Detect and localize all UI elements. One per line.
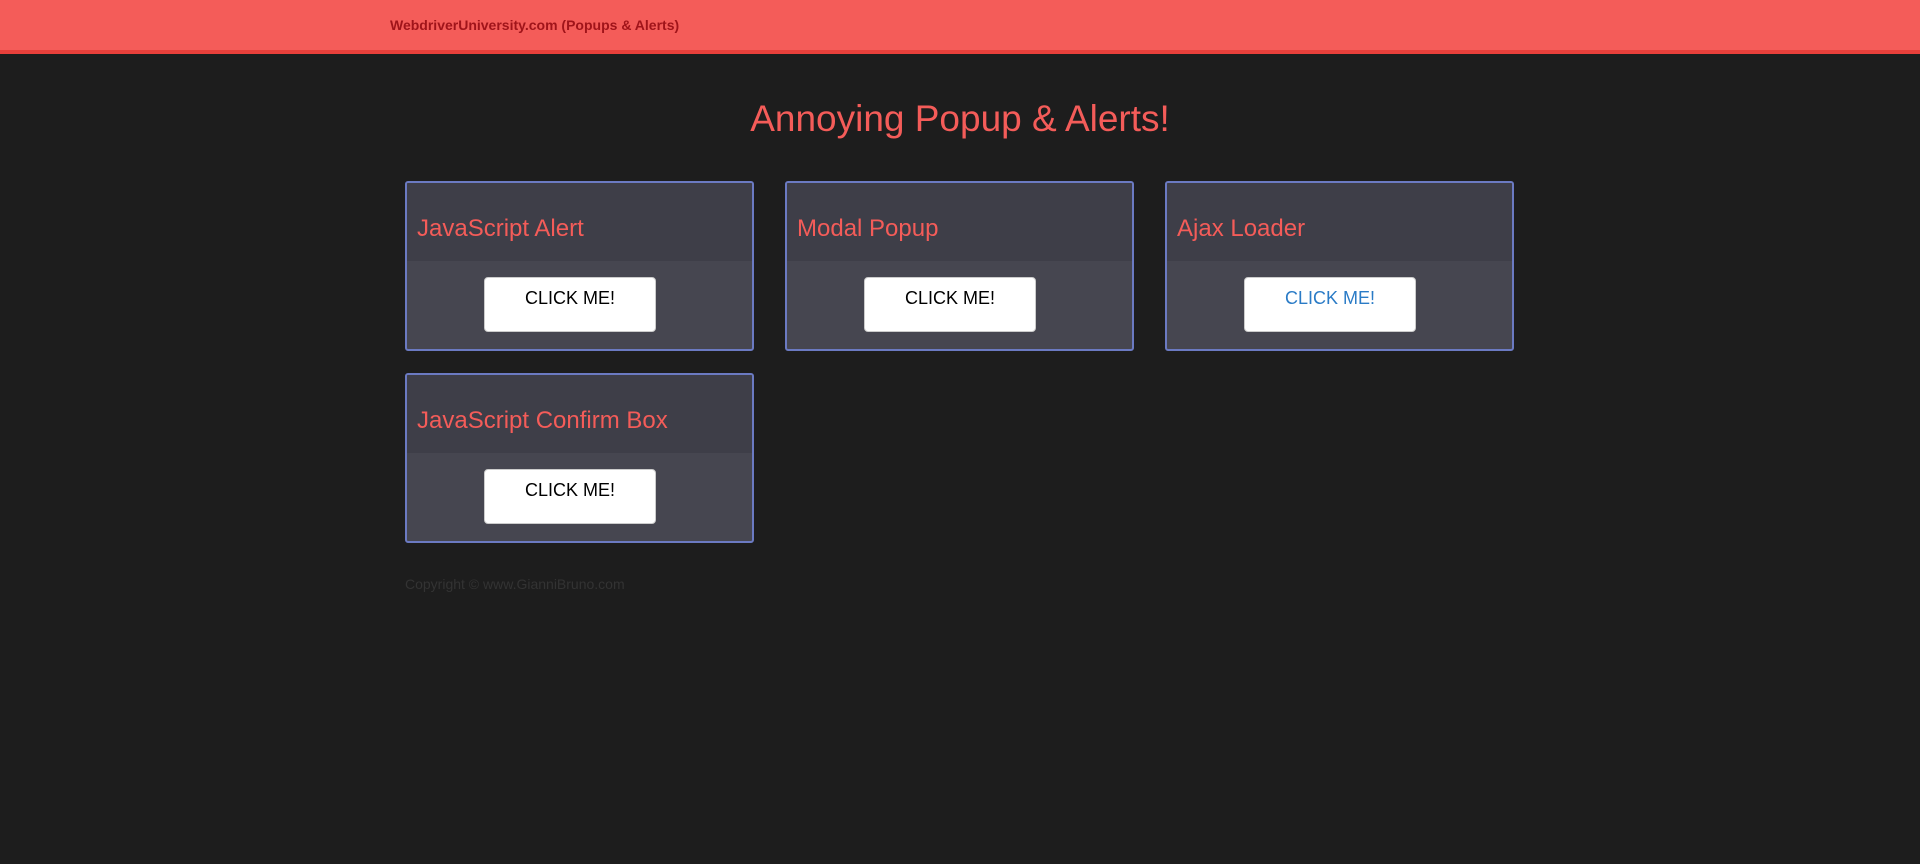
card-modal-popup: Modal Popup CLICK ME!: [785, 181, 1134, 351]
copyright: Copyright © www.GianniBruno.com: [405, 576, 625, 592]
brand-link[interactable]: WebdriverUniversity.com (Popups & Alerts…: [390, 17, 679, 33]
navbar: WebdriverUniversity.com (Popups & Alerts…: [0, 0, 1920, 54]
card-javascript-alert: JavaScript Alert CLICK ME!: [405, 181, 754, 351]
javascript-alert-button[interactable]: CLICK ME!: [484, 277, 656, 332]
javascript-confirm-button[interactable]: CLICK ME!: [484, 469, 656, 524]
card-javascript-confirm-box: JavaScript Confirm Box CLICK ME!: [405, 373, 754, 543]
card-title: JavaScript Alert: [417, 215, 584, 242]
modal-popup-button[interactable]: CLICK ME!: [864, 277, 1036, 332]
card-title: Ajax Loader: [1177, 215, 1306, 242]
card-title: JavaScript Confirm Box: [417, 407, 668, 434]
card-title: Modal Popup: [797, 215, 939, 242]
page-title: Annoying Popup & Alerts!: [750, 98, 1170, 139]
ajax-loader-button[interactable]: CLICK ME!: [1244, 277, 1416, 332]
card-ajax-loader: Ajax Loader CLICK ME!: [1165, 181, 1514, 351]
